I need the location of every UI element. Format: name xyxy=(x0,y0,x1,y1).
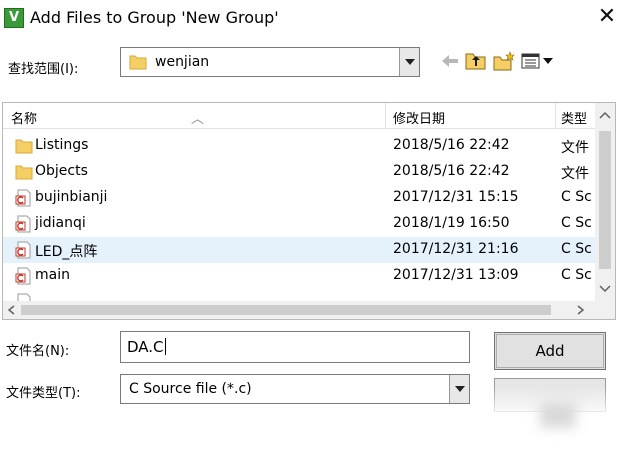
scroll-up-icon[interactable] xyxy=(599,111,611,119)
text-caret xyxy=(164,338,166,355)
column-divider[interactable] xyxy=(555,103,556,129)
back-arrow-icon[interactable] xyxy=(438,50,462,72)
c-file-icon xyxy=(15,215,31,233)
vertical-scroll-thumb[interactable] xyxy=(599,131,611,269)
file-row[interactable]: jidianqi 2018/1/19 16:50 C Sc xyxy=(3,211,595,237)
watermark-blur xyxy=(540,402,576,428)
folder-icon xyxy=(129,55,147,70)
chevron-down-icon xyxy=(405,59,415,65)
up-folder-icon[interactable] xyxy=(464,50,488,72)
folder-icon xyxy=(15,165,33,180)
window-title: Add Files to Group 'New Group' xyxy=(30,8,279,27)
horizontal-scrollbar[interactable] xyxy=(3,301,615,319)
c-file-icon xyxy=(17,293,31,301)
look-in-label: 查找范围(I): xyxy=(8,62,79,77)
c-file-icon xyxy=(15,267,31,285)
file-type: C Sc xyxy=(561,215,592,231)
folder-icon xyxy=(15,139,33,154)
file-row-selected[interactable]: LED_点阵 2017/12/31 21:16 C Sc xyxy=(3,237,595,263)
look-in-dropdown-button[interactable] xyxy=(399,48,419,76)
file-name-value: DA.C xyxy=(127,338,164,356)
add-button[interactable]: Add xyxy=(494,332,606,370)
column-divider[interactable] xyxy=(385,103,386,129)
file-name-input[interactable]: DA.C xyxy=(120,331,470,363)
file-date: 2018/5/16 22:42 xyxy=(393,137,510,153)
file-date: 2017/12/31 15:15 xyxy=(393,189,519,205)
file-type-select[interactable]: C Source file (*.c) xyxy=(120,374,470,404)
title-bar: V Add Files to Group 'New Group' ✕ xyxy=(0,0,618,38)
file-row[interactable]: Listings 2018/5/16 22:42 文件 xyxy=(3,133,595,159)
file-name: main xyxy=(35,267,70,283)
file-name: LED_点阵 xyxy=(35,244,98,260)
file-type: C Sc xyxy=(561,189,592,205)
file-name: Listings xyxy=(35,137,89,153)
app-icon: V xyxy=(4,8,24,28)
horizontal-scroll-thumb[interactable] xyxy=(21,305,551,315)
column-header-date[interactable]: 修改日期 xyxy=(393,108,445,127)
file-type-value: C Source file (*.c) xyxy=(129,381,252,397)
file-type-dropdown-button[interactable] xyxy=(449,375,469,403)
file-list[interactable]: ︿ 名称 修改日期 类型 Listings 2018/5/16 22:42 文件… xyxy=(2,102,616,320)
sort-ascending-icon: ︿ xyxy=(191,112,205,127)
file-date: 2017/12/31 21:16 xyxy=(393,241,519,257)
column-header-type[interactable]: 类型 xyxy=(561,108,587,127)
look-in-value: wenjian xyxy=(155,54,210,70)
file-list-header: ︿ 名称 修改日期 类型 xyxy=(3,103,615,129)
file-row[interactable]: main 2017/12/31 13:09 C Sc xyxy=(3,263,595,289)
chevron-down-icon xyxy=(455,386,465,392)
file-date: 2017/12/31 13:09 xyxy=(393,267,519,283)
file-name: Objects xyxy=(35,163,88,179)
file-row[interactable]: bujinbianji 2017/12/31 15:15 C Sc xyxy=(3,185,595,211)
file-row[interactable]: Objects 2018/5/16 22:42 文件 xyxy=(3,159,595,185)
file-type: 文件 xyxy=(561,166,589,182)
file-type: C Sc xyxy=(561,267,592,283)
file-type: 文件 xyxy=(561,140,589,156)
column-header-name[interactable]: 名称 xyxy=(11,108,37,127)
look-in-dropdown[interactable]: wenjian xyxy=(120,47,420,77)
file-name: jidianqi xyxy=(35,215,86,231)
scroll-down-icon[interactable] xyxy=(599,285,611,293)
file-type: C Sc xyxy=(561,241,592,257)
view-menu-icon[interactable] xyxy=(520,50,560,72)
c-file-icon xyxy=(15,189,31,207)
c-file-icon xyxy=(15,241,31,259)
file-name: bujinbianji xyxy=(35,189,108,205)
close-button[interactable]: ✕ xyxy=(596,6,618,30)
vertical-scrollbar[interactable] xyxy=(595,103,615,301)
file-type-label: 文件类型(T): xyxy=(6,386,81,401)
file-date: 2018/5/16 22:42 xyxy=(393,163,510,179)
scroll-right-icon[interactable] xyxy=(577,305,585,315)
file-row-partial[interactable] xyxy=(3,289,595,301)
file-name-label: 文件名(N): xyxy=(6,344,70,359)
scroll-left-icon[interactable] xyxy=(7,305,15,315)
file-date: 2018/1/19 16:50 xyxy=(393,215,510,231)
new-folder-icon[interactable] xyxy=(492,50,516,72)
